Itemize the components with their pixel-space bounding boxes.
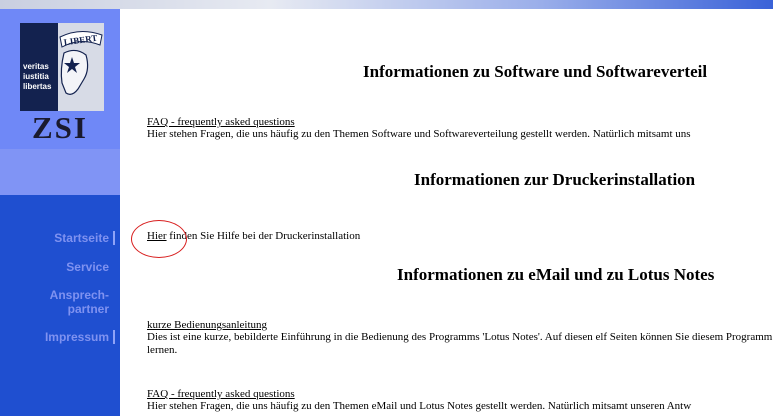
logo-abbreviation: ZSI [32, 110, 88, 145]
nav-label-impressum: Impressum [44, 330, 109, 344]
nav-item-ansprechpartner[interactable]: Ansprech- partner [0, 288, 120, 316]
manual-description: Dies ist eine kurze, bebilderte Einführu… [147, 331, 773, 356]
nav-label-service: Service [66, 260, 109, 274]
emblem-motto-2: iustitia [23, 72, 49, 81]
heading-email: Informationen zu eMail und zu Lotus Note… [397, 265, 715, 284]
nav-label-startseite: Startseite [54, 231, 109, 245]
emblem-motto-3: libertas [23, 82, 52, 91]
nav-item-startseite[interactable]: Startseite [0, 231, 120, 245]
nav-label-ansprechpartner: Ansprech- partner [49, 288, 109, 316]
nav-marker [113, 231, 115, 245]
sidebar-band [0, 149, 120, 195]
heading-software: Informationen zu Software und Softwareve… [363, 62, 708, 81]
faq-software-description: Hier stehen Fragen, die uns häufig zu de… [147, 128, 691, 140]
logo-block: LIBERT veritas iustitia libertas ZSI [0, 9, 120, 149]
main-content: Informationen zu Software und Softwareve… [120, 9, 773, 416]
logo-emblem: LIBERT veritas iustitia libertas [20, 23, 104, 111]
sidebar: LIBERT veritas iustitia libertas ZSI Sta… [0, 9, 120, 416]
emblem-motto-1: veritas [23, 62, 49, 71]
annotation-circle [131, 220, 187, 258]
nav-marker [113, 330, 115, 344]
faq-email-description: Hier stehen Fragen, die uns häufig zu de… [147, 400, 692, 412]
heading-drucker: Informationen zur Druckerinstallation [414, 170, 696, 189]
top-gradient-strip [0, 0, 773, 9]
nav-item-service[interactable]: Service [0, 260, 120, 274]
drucker-help-text: finden Sie Hilfe bei der Druckerinstalla… [166, 230, 361, 242]
nav-item-impressum[interactable]: Impressum [0, 330, 120, 344]
sidebar-nav: Startseite Service Ansprech- partner Imp… [0, 231, 120, 344]
